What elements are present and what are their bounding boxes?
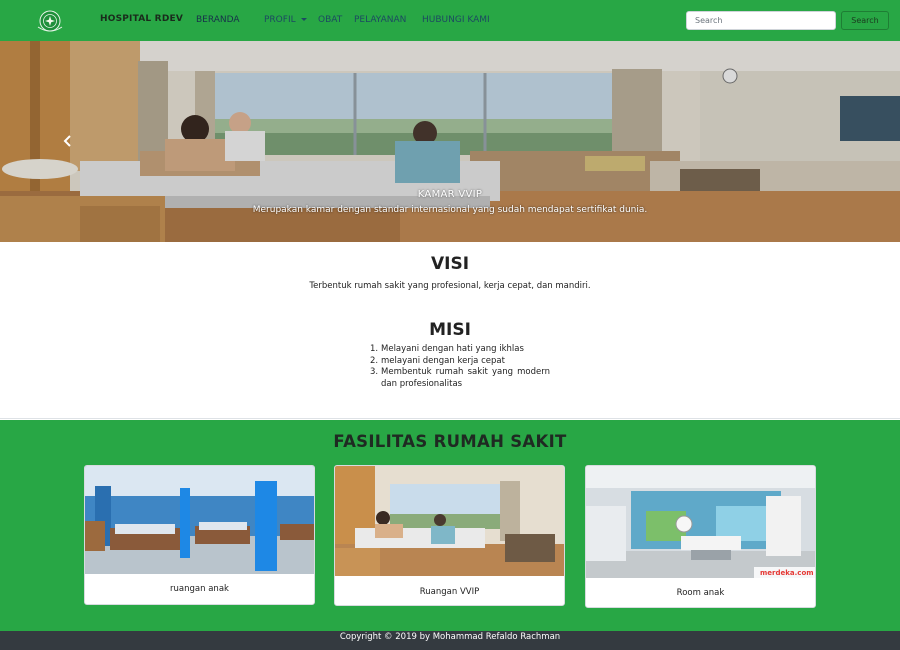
facility-card-ruangan-vvip[interactable]: Ruangan VVIP	[334, 465, 565, 606]
carousel-caption-title: KAMAR VVIP	[417, 189, 483, 200]
caret-down-icon	[300, 18, 307, 21]
facility-card-room-anak[interactable]: merdeka.com Room anak	[585, 465, 816, 608]
facility-label: Ruangan VVIP	[419, 587, 480, 597]
hospital-emblem-icon[interactable]	[34, 9, 66, 33]
footer-copyright: Copyright © 2019 by Mohammad Refaldo Rac…	[339, 632, 561, 642]
fasilitas-section: FASILITAS RUMAH SAKIT ruangan anak Ruang…	[0, 420, 900, 631]
nav-hubungi-kami[interactable]: HUBUNGI KAMI	[422, 15, 490, 25]
misi-item-text: melayani dengan kerja cepat	[381, 355, 505, 366]
facility-label: ruangan anak	[170, 584, 229, 594]
facility-image-ruangan-anak	[85, 466, 314, 574]
visi-heading: VISI	[430, 254, 470, 274]
merdeka-watermark: merdeka.com	[760, 569, 814, 577]
nav-obat[interactable]: OBAT	[318, 15, 342, 25]
search-input[interactable]	[686, 11, 836, 30]
nav-beranda[interactable]: BERANDA	[196, 15, 240, 25]
facility-label: Room anak	[676, 588, 725, 598]
fasilitas-heading: FASILITAS RUMAH SAKIT	[333, 432, 567, 451]
misi-item-text: Melayani dengan hati yang ikhlas	[381, 344, 524, 354]
nav-profil-label: PROFIL	[264, 15, 296, 25]
misi-item: 1. Melayani dengan hati yang ikhlas	[370, 344, 550, 356]
misi-list: 1. Melayani dengan hati yang ikhlas 2. mel…	[370, 344, 550, 390]
section-divider	[0, 418, 900, 419]
facility-image-ruangan-vvip	[335, 466, 564, 576]
misi-item: 2. melayani dengan kerja cepat	[370, 356, 550, 368]
navbar: HOSPITAL RDEV BERANDA PROFIL OBAT PELAYA…	[0, 0, 900, 41]
visi-text: Terbentuk rumah sakit yang profesional, …	[309, 281, 591, 291]
chevron-left-icon[interactable]	[62, 135, 74, 147]
facility-image-room-anak: merdeka.com	[586, 466, 815, 578]
nav-profil-dropdown[interactable]: PROFIL	[264, 15, 307, 25]
hero-carousel[interactable]: KAMAR VVIP Merupakan kamar dengan standa…	[0, 41, 900, 242]
misi-item-text: Membentuk rumah sakit yang modern dan pr…	[381, 367, 550, 389]
misi-item: 3. Membentuk rumah sakit yang modern dan …	[370, 367, 550, 389]
carousel-caption-text: Merupakan kamar dengan standar internasi…	[252, 205, 648, 215]
search-button[interactable]: Search	[841, 11, 889, 30]
brand-name[interactable]: HOSPITAL RDEV	[100, 14, 183, 24]
misi-heading: MISI	[429, 320, 471, 340]
facility-card-ruangan-anak[interactable]: ruangan anak	[84, 465, 315, 605]
nav-pelayanan[interactable]: PELAYANAN	[354, 15, 406, 25]
footer: Copyright © 2019 by Mohammad Refaldo Rac…	[0, 631, 900, 650]
